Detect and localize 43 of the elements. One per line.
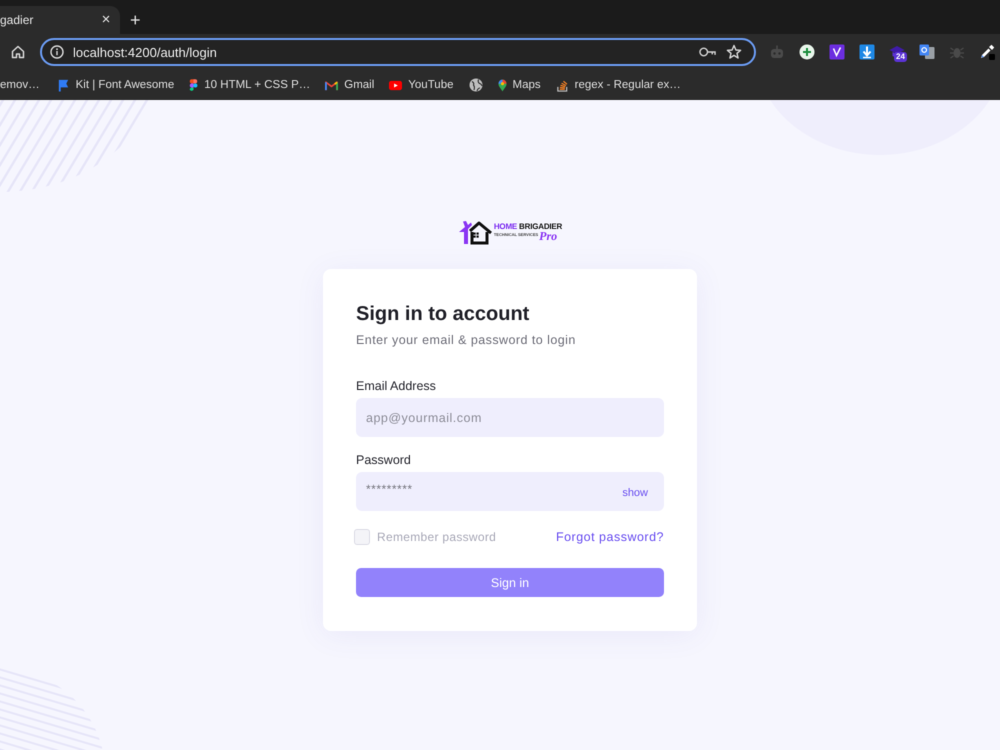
info-icon[interactable]	[50, 45, 64, 59]
colored-shapes-icon	[189, 78, 198, 92]
mail-icon	[325, 78, 338, 92]
address-text: localhost:4200/auth/login	[73, 44, 218, 60]
field-label: Email Address	[356, 378, 436, 394]
flag-icon	[56, 78, 70, 92]
card-subtitle: Enter your email & password to login	[356, 332, 577, 349]
card-title: Sign in to account	[356, 302, 530, 326]
star-icon[interactable]	[726, 44, 742, 60]
checkbox-label: Remember password	[377, 530, 496, 544]
house-logo-icon	[458, 220, 492, 244]
logo-script-text: Pro	[539, 231, 558, 242]
field-label: Password	[356, 452, 411, 468]
address-bar[interactable]: localhost:4200/auth/login	[40, 38, 756, 66]
eyedropper-icon[interactable]	[979, 44, 995, 60]
bookmark-item[interactable]: Kit | Font Awesome	[56, 78, 174, 92]
forgot-password-link[interactable]: Forgot password?	[556, 530, 664, 544]
bookmark-item[interactable]: YouTube	[389, 78, 454, 92]
password-field[interactable]: ********* show	[356, 472, 664, 511]
plus-circle-icon[interactable]	[799, 44, 815, 60]
globe-icon[interactable]	[468, 78, 482, 92]
bookmark-item[interactable]: regex - Regular ex…	[556, 78, 681, 92]
logo-text: HOME	[494, 222, 518, 231]
email-field[interactable]: app@yourmail.com	[356, 398, 664, 437]
play-button-icon	[389, 78, 402, 92]
chevron-tile-icon[interactable]	[829, 44, 845, 60]
map-pin-icon	[498, 78, 506, 92]
bookmark-item[interactable]: emov…	[0, 79, 40, 91]
tab-title: gadier	[0, 13, 34, 27]
bookmark-item[interactable]: Maps	[498, 78, 541, 92]
stacked-trays-icon	[556, 78, 569, 92]
tab-close-button[interactable]: ×	[98, 12, 114, 28]
overlapping-tiles-icon[interactable]	[919, 44, 935, 60]
show-password-button[interactable]: show	[622, 487, 648, 499]
key-icon[interactable]	[699, 46, 716, 58]
bookmark-item[interactable]: 10 HTML + CSS P…	[189, 78, 310, 92]
browser-tab[interactable]: gadier ×	[0, 6, 120, 34]
remember-checkbox[interactable]	[354, 529, 370, 545]
home-icon[interactable]	[10, 44, 26, 60]
new-tab-button[interactable]: +	[130, 10, 141, 30]
bookmark-item[interactable]: Gmail	[325, 78, 374, 92]
logo-text: BRIGADIER	[519, 222, 562, 231]
extension-badge: 24	[894, 52, 907, 62]
